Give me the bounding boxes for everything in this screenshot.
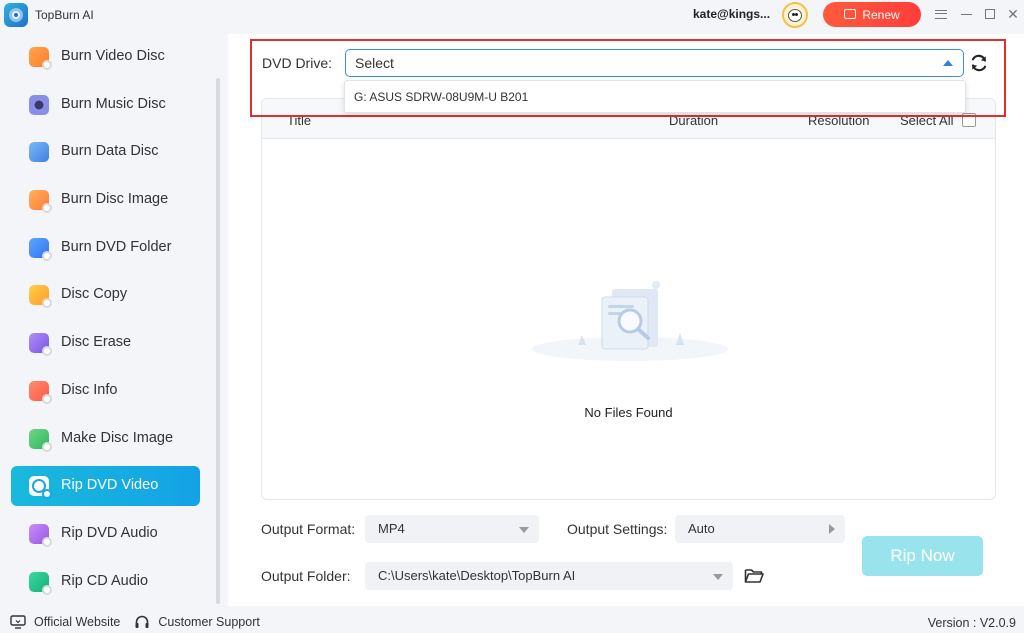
rip-dvd-audio-icon (29, 524, 52, 547)
rip-cd-audio-icon (29, 572, 52, 595)
sidebar-item-label: Disc Info (61, 382, 118, 398)
avatar[interactable] (782, 2, 808, 28)
sidebar-item-label: Disc Copy (61, 286, 128, 302)
burn-music-disc-icon (29, 95, 49, 115)
output-folder-select[interactable]: C:\Users\kate\Desktop\TopBurn AI (365, 562, 733, 590)
burn-data-disc-icon (29, 142, 49, 162)
rip-dvd-video-icon (29, 476, 52, 499)
close-icon[interactable]: ✕ (1003, 4, 1023, 24)
sidebar-item-label: Rip CD Audio (61, 573, 149, 589)
menu-icon[interactable] (931, 4, 951, 24)
sidebar: Burn Video Disc Burn Music Disc Burn Dat… (0, 34, 220, 604)
sidebar-item-disc-copy[interactable]: Disc Copy (11, 275, 200, 315)
customer-support-link[interactable]: Customer Support (158, 615, 259, 629)
burn-video-disc-icon (29, 47, 52, 70)
output-settings-value: Auto (688, 521, 715, 536)
sidebar-item-rip-dvd-video[interactable]: Rip DVD Video (11, 466, 200, 506)
title-bar: TopBurn AI kate@kings... Renew ✕ (0, 0, 1024, 30)
output-folder-value: C:\Users\kate\Desktop\TopBurn AI (378, 568, 576, 583)
sidebar-item-label: Burn DVD Folder (61, 239, 172, 255)
headset-icon (135, 615, 149, 628)
output-format-select[interactable]: MP4 (365, 515, 539, 543)
sidebar-item-label: Burn Disc Image (61, 191, 169, 207)
sidebar-item-rip-dvd-audio[interactable]: Rip DVD Audio (11, 514, 200, 554)
chevron-down-icon (519, 527, 529, 533)
sidebar-item-make-disc-image[interactable]: Make Disc Image (11, 419, 200, 459)
sidebar-scrollbar[interactable] (216, 78, 220, 604)
version-text: Version : V2.0.9 (927, 616, 1016, 630)
dvd-drive-option[interactable]: G: ASUS SDRW-08U9M-U B201 (354, 90, 528, 104)
sidebar-item-label: Make Disc Image (61, 430, 174, 446)
sidebar-item-burn-disc-image[interactable]: Burn Disc Image (11, 180, 200, 220)
sidebar-item-label: Burn Data Disc (61, 143, 159, 159)
disc-copy-icon (29, 285, 52, 308)
burn-disc-image-icon (29, 190, 52, 213)
output-folder-label: Output Folder: (261, 568, 351, 584)
sidebar-item-burn-dvd-folder[interactable]: Burn DVD Folder (11, 228, 200, 268)
sidebar-item-label: Disc Erase (61, 334, 132, 350)
cart-icon (844, 8, 857, 19)
sidebar-item-label: Rip DVD Video (61, 477, 159, 493)
open-folder-icon[interactable] (744, 567, 764, 585)
sidebar-item-burn-data-disc[interactable]: Burn Data Disc (11, 132, 200, 172)
chevron-down-icon (713, 574, 723, 580)
maximize-icon[interactable] (980, 4, 1000, 24)
sidebar-item-burn-video-disc[interactable]: Burn Video Disc (11, 37, 200, 77)
renew-button[interactable]: Renew (823, 2, 921, 27)
footer-links: Official Website Customer Support (10, 614, 260, 630)
app-title: TopBurn AI (35, 8, 94, 22)
website-icon (10, 615, 26, 629)
sidebar-item-label: Burn Music Disc (61, 96, 166, 112)
rip-now-button[interactable]: Rip Now (862, 536, 983, 576)
disc-erase-icon (29, 333, 52, 356)
sidebar-item-label: Burn Video Disc (61, 48, 165, 64)
output-settings-label: Output Settings: (567, 521, 668, 537)
sidebar-item-burn-music-disc[interactable]: Burn Music Disc (11, 85, 200, 125)
chevron-right-icon (829, 524, 835, 534)
renew-label: Renew (862, 7, 900, 22)
sidebar-item-rip-cd-audio[interactable]: Rip CD Audio (11, 562, 200, 602)
user-account-name[interactable]: kate@kings... (693, 7, 770, 21)
app-logo-icon (4, 3, 28, 27)
file-table: Title Duration Resolution Select All No … (261, 98, 996, 500)
minimize-icon[interactable] (956, 4, 976, 24)
empty-state-text: No Files Found (584, 405, 673, 420)
dvd-drive-dropdown: G: ASUS SDRW-08U9M-U B201 (344, 80, 966, 113)
disc-info-icon (29, 381, 52, 404)
official-website-link[interactable]: Official Website (34, 615, 120, 629)
output-format-value: MP4 (378, 521, 405, 536)
make-disc-image-icon (29, 429, 52, 452)
sidebar-item-disc-info[interactable]: Disc Info (11, 371, 200, 411)
output-settings-select[interactable]: Auto (675, 515, 845, 543)
sidebar-item-label: Rip DVD Audio (61, 525, 158, 541)
empty-files-illustration-icon (532, 281, 728, 361)
burn-dvd-folder-icon (29, 238, 52, 261)
sidebar-item-disc-erase[interactable]: Disc Erase (11, 323, 200, 363)
output-format-label: Output Format: (261, 521, 356, 537)
